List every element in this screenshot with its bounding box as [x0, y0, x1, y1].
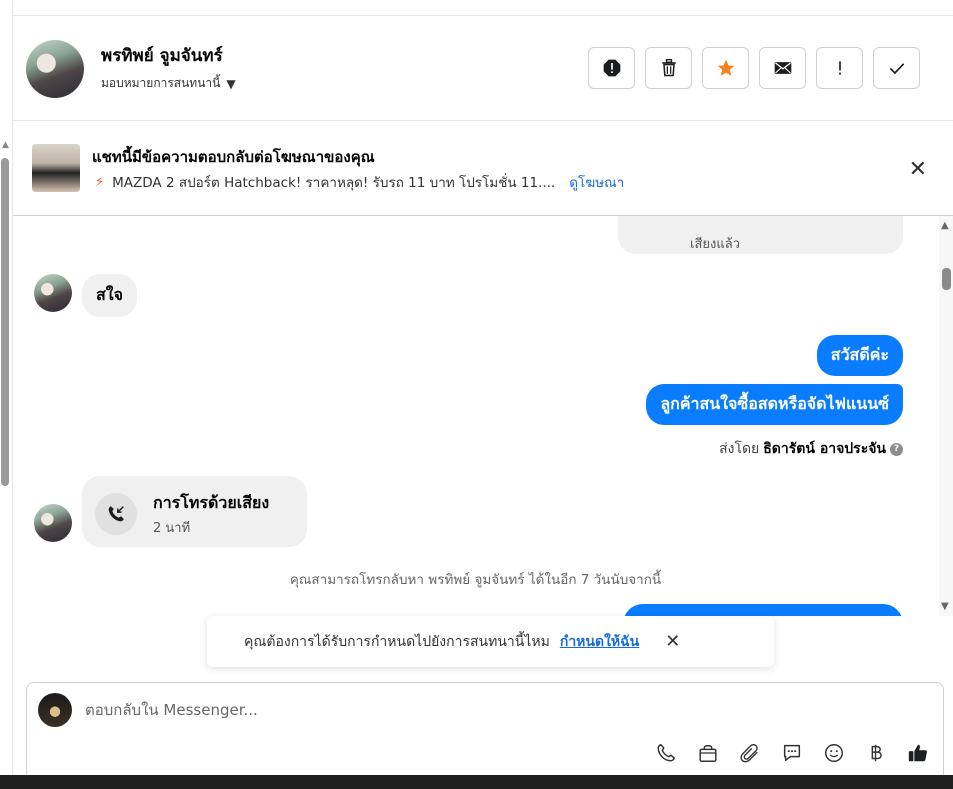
contact-avatar-small[interactable] — [34, 274, 72, 312]
partial-message-text: เสียงแล้ว — [690, 237, 740, 252]
callback-notice: คุณสามารถโทรกลับหา พรทิพย์ จูมจันทร์ ได้… — [289, 572, 662, 588]
shopping-bag-icon[interactable] — [695, 740, 721, 766]
thumbs-up-icon[interactable] — [905, 740, 931, 766]
scroll-up-arrow-icon[interactable]: ▲ — [2, 140, 9, 150]
missed-call-icon — [95, 493, 137, 535]
thread-scrollbar[interactable]: ▲ ▼ — [939, 216, 953, 616]
assign-prompt: คุณต้องการได้รับการกำหนดไปยังการสนทนานี้… — [207, 616, 774, 667]
conversation-header: พรทิพย์ จูมจันทร์ มอบหมายการสนทนานี้ ▼ — [13, 16, 953, 121]
outgoing-message-partial — [623, 604, 903, 616]
caret-down-icon: ▼ — [226, 76, 236, 91]
ad-name: MAZDA 2 สปอร์ต Hatchback! ราคาหลุด! รับร… — [112, 175, 556, 191]
ad-reply-banner: แชทนี้มีข้อความตอบกลับต่อโฆษณาของคุณ ⚡ M… — [13, 121, 953, 216]
incoming-message[interactable]: สใจ — [82, 274, 137, 317]
flag-follow-up-button[interactable] — [816, 47, 863, 89]
mark-unread-button[interactable] — [759, 47, 806, 89]
alert-octagon-icon — [603, 59, 620, 77]
header-actions — [588, 47, 920, 89]
reply-input[interactable] — [85, 701, 585, 719]
message-thread[interactable]: เสียงแล้ว สใจ สวัสดีค่ะ ลูกค้าสนใจซื้อสด… — [13, 216, 938, 616]
delete-button[interactable] — [645, 47, 692, 89]
scroll-down-arrow-icon[interactable]: ▼ — [941, 601, 949, 612]
chat-bubble-icon[interactable] — [779, 740, 805, 766]
assign-label: มอบหมายการสนทนานี้ — [101, 76, 221, 90]
exclamation-icon — [838, 61, 841, 75]
outgoing-message[interactable]: สวัสดีค่ะ — [816, 335, 903, 376]
composer-tools — [653, 740, 931, 766]
scrollbar-thumb[interactable] — [942, 268, 951, 290]
ad-banner-title: แชทนี้มีข้อความตอบกลับต่อโฆษณาของคุณ — [92, 148, 375, 166]
sent-by-name: ธิดารัตน์ อาจประจัน — [763, 441, 886, 457]
star-icon — [717, 59, 734, 76]
assign-prompt-text: คุณต้องการได้รับการกำหนดไปยังการสนทนานี้… — [244, 633, 550, 650]
outgoing-message[interactable]: ลูกค้าสนใจซื้อสดหรือจัดไฟแนนซ์ — [646, 384, 903, 425]
emoji-icon[interactable] — [821, 740, 847, 766]
ad-banner-subtitle: ⚡ MAZDA 2 สปอร์ต Hatchback! ราคาหลุด! รั… — [95, 171, 624, 193]
star-button[interactable] — [702, 47, 749, 89]
check-icon — [889, 63, 904, 75]
page-avatar — [38, 693, 72, 727]
voice-call-card[interactable]: การโทรด้วยเสียง 2 นาที — [82, 476, 307, 547]
scroll-up-arrow-icon[interactable]: ▲ — [941, 220, 949, 231]
sent-by-prefix: ส่งโดย — [719, 441, 760, 457]
trash-icon — [661, 59, 676, 77]
message-bubble-partial: เสียงแล้ว — [618, 216, 903, 254]
phone-icon[interactable] — [653, 740, 679, 766]
report-spam-button[interactable] — [588, 47, 635, 89]
info-icon[interactable]: ? — [890, 442, 903, 456]
contact-avatar[interactable] — [26, 40, 84, 98]
assign-to-me-link[interactable]: กำหนดให้ฉัน — [560, 631, 639, 653]
view-ad-link[interactable]: ดูโฆษณา — [569, 171, 624, 193]
call-title: การโทรด้วยเสียง — [153, 493, 270, 512]
assign-conversation-dropdown[interactable]: มอบหมายการสนทนานี้ ▼ — [101, 74, 236, 93]
ad-thumbnail[interactable] — [32, 144, 80, 192]
left-scrollbar[interactable]: ▲ — [0, 0, 13, 775]
mark-done-button[interactable] — [873, 47, 920, 89]
reply-composer — [26, 682, 944, 782]
paperclip-icon[interactable] — [737, 740, 763, 766]
close-icon[interactable]: ✕ — [665, 631, 680, 652]
scrollbar-thumb[interactable] — [1, 158, 9, 486]
call-duration: 2 นาที — [153, 521, 191, 536]
baht-payment-icon[interactable] — [863, 740, 889, 766]
sent-by-line: ส่งโดย ธิดารัตน์ อาจประจัน ? — [719, 438, 903, 460]
contact-name[interactable]: พรทิพย์ จูมจันทร์ — [101, 42, 223, 69]
envelope-icon — [774, 62, 791, 74]
top-divider — [13, 0, 953, 16]
lightning-icon: ⚡ — [95, 174, 105, 190]
contact-avatar-small[interactable] — [34, 504, 72, 542]
close-icon[interactable]: ✕ — [909, 157, 927, 182]
os-taskbar — [0, 775, 953, 789]
